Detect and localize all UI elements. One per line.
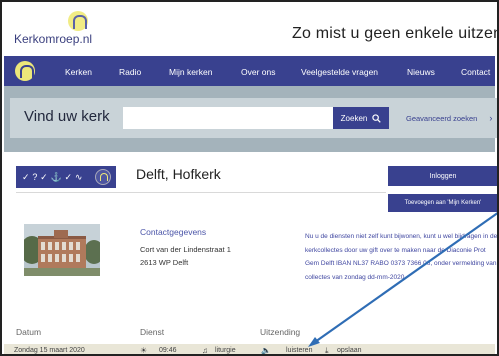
column-header-dienst: Dienst (140, 327, 165, 337)
search-panel: Vind uw kerk Zoeken Geavanceerd zoeken › (10, 98, 497, 138)
home-icon[interactable] (15, 61, 35, 81)
main-navigation: Kerken Radio Mijn kerken Over ons Veelge… (4, 56, 495, 86)
search-button-label: Zoeken (340, 113, 368, 123)
nav-item-radio[interactable]: Radio (119, 67, 141, 77)
advanced-search-label: Geavanceerd zoeken (406, 114, 478, 123)
site-header: Kerkomroep.nl Zo mist u geen enkele uitz… (4, 4, 497, 56)
search-band: Vind uw kerk Zoeken Geavanceerd zoeken › (4, 86, 497, 152)
nav-item-over-ons[interactable]: Over ons (241, 67, 276, 77)
column-header-uitzending: Uitzending (260, 327, 301, 337)
accessibility-icons: ✓ ? ✓ ⚓ ✓ ∿ (22, 171, 83, 182)
search-icon (372, 113, 382, 123)
search-title: Vind uw kerk (24, 108, 110, 125)
site-tagline: Zo mist u geen enkele uitzending (292, 25, 497, 42)
download-icon: ⤓ (325, 346, 329, 355)
nav-item-nieuws[interactable]: Nieuws (407, 67, 435, 77)
page-title: Delft, Hofkerk (136, 166, 221, 182)
contact-heading: Contactgegevens (140, 227, 207, 237)
liturgy-link[interactable]: liturgie (215, 347, 236, 354)
add-to-favorites-button[interactable]: Toevoegen aan 'Mijn Kerken' (388, 194, 497, 212)
church-photo (24, 224, 100, 276)
broadcast-time: 09:46 (159, 347, 177, 354)
address-line-1: Cort van der Lindenstraat 1 (140, 245, 231, 254)
listen-link[interactable]: luisteren (286, 347, 312, 354)
nav-item-faq[interactable]: Veelgestelde vragen (301, 67, 378, 77)
search-input[interactable] (123, 107, 333, 129)
collection-notice: Nu u de diensten niet zelf kunt bijwonen… (305, 233, 499, 281)
section-divider (16, 192, 386, 193)
speaker-icon: 🔈 (261, 346, 271, 355)
nav-item-contact[interactable]: Contact (461, 67, 490, 77)
column-header-datum: Datum (16, 327, 42, 337)
church-building-image (24, 224, 100, 276)
nav-item-kerken[interactable]: Kerken (65, 67, 92, 77)
search-button[interactable]: Zoeken (333, 107, 389, 129)
download-link[interactable]: opslaan (337, 347, 362, 354)
app-window: Kerkomroep.nl Zo mist u geen enkele uitz… (0, 0, 499, 356)
broadcast-logo-icon (95, 169, 111, 185)
table-row: Zondag 15 maart 2020 ☀ 09:46 ♫ liturgie … (4, 344, 495, 355)
sun-icon: ☀ (140, 346, 148, 355)
music-note-icon: ♫ (202, 346, 208, 355)
advanced-search-link[interactable]: Geavanceerd zoeken › (406, 113, 492, 123)
chevron-right-icon: › (489, 113, 493, 123)
login-button[interactable]: Inloggen (388, 166, 497, 186)
nav-item-mijn-kerken[interactable]: Mijn kerken (169, 67, 212, 77)
logo-icon[interactable] (68, 11, 88, 31)
broadcast-date: Zondag 15 maart 2020 (14, 347, 85, 354)
site-logo-text[interactable]: Kerkomroep.nl (14, 32, 92, 46)
address-line-2: 2613 WP Delft (140, 258, 189, 267)
